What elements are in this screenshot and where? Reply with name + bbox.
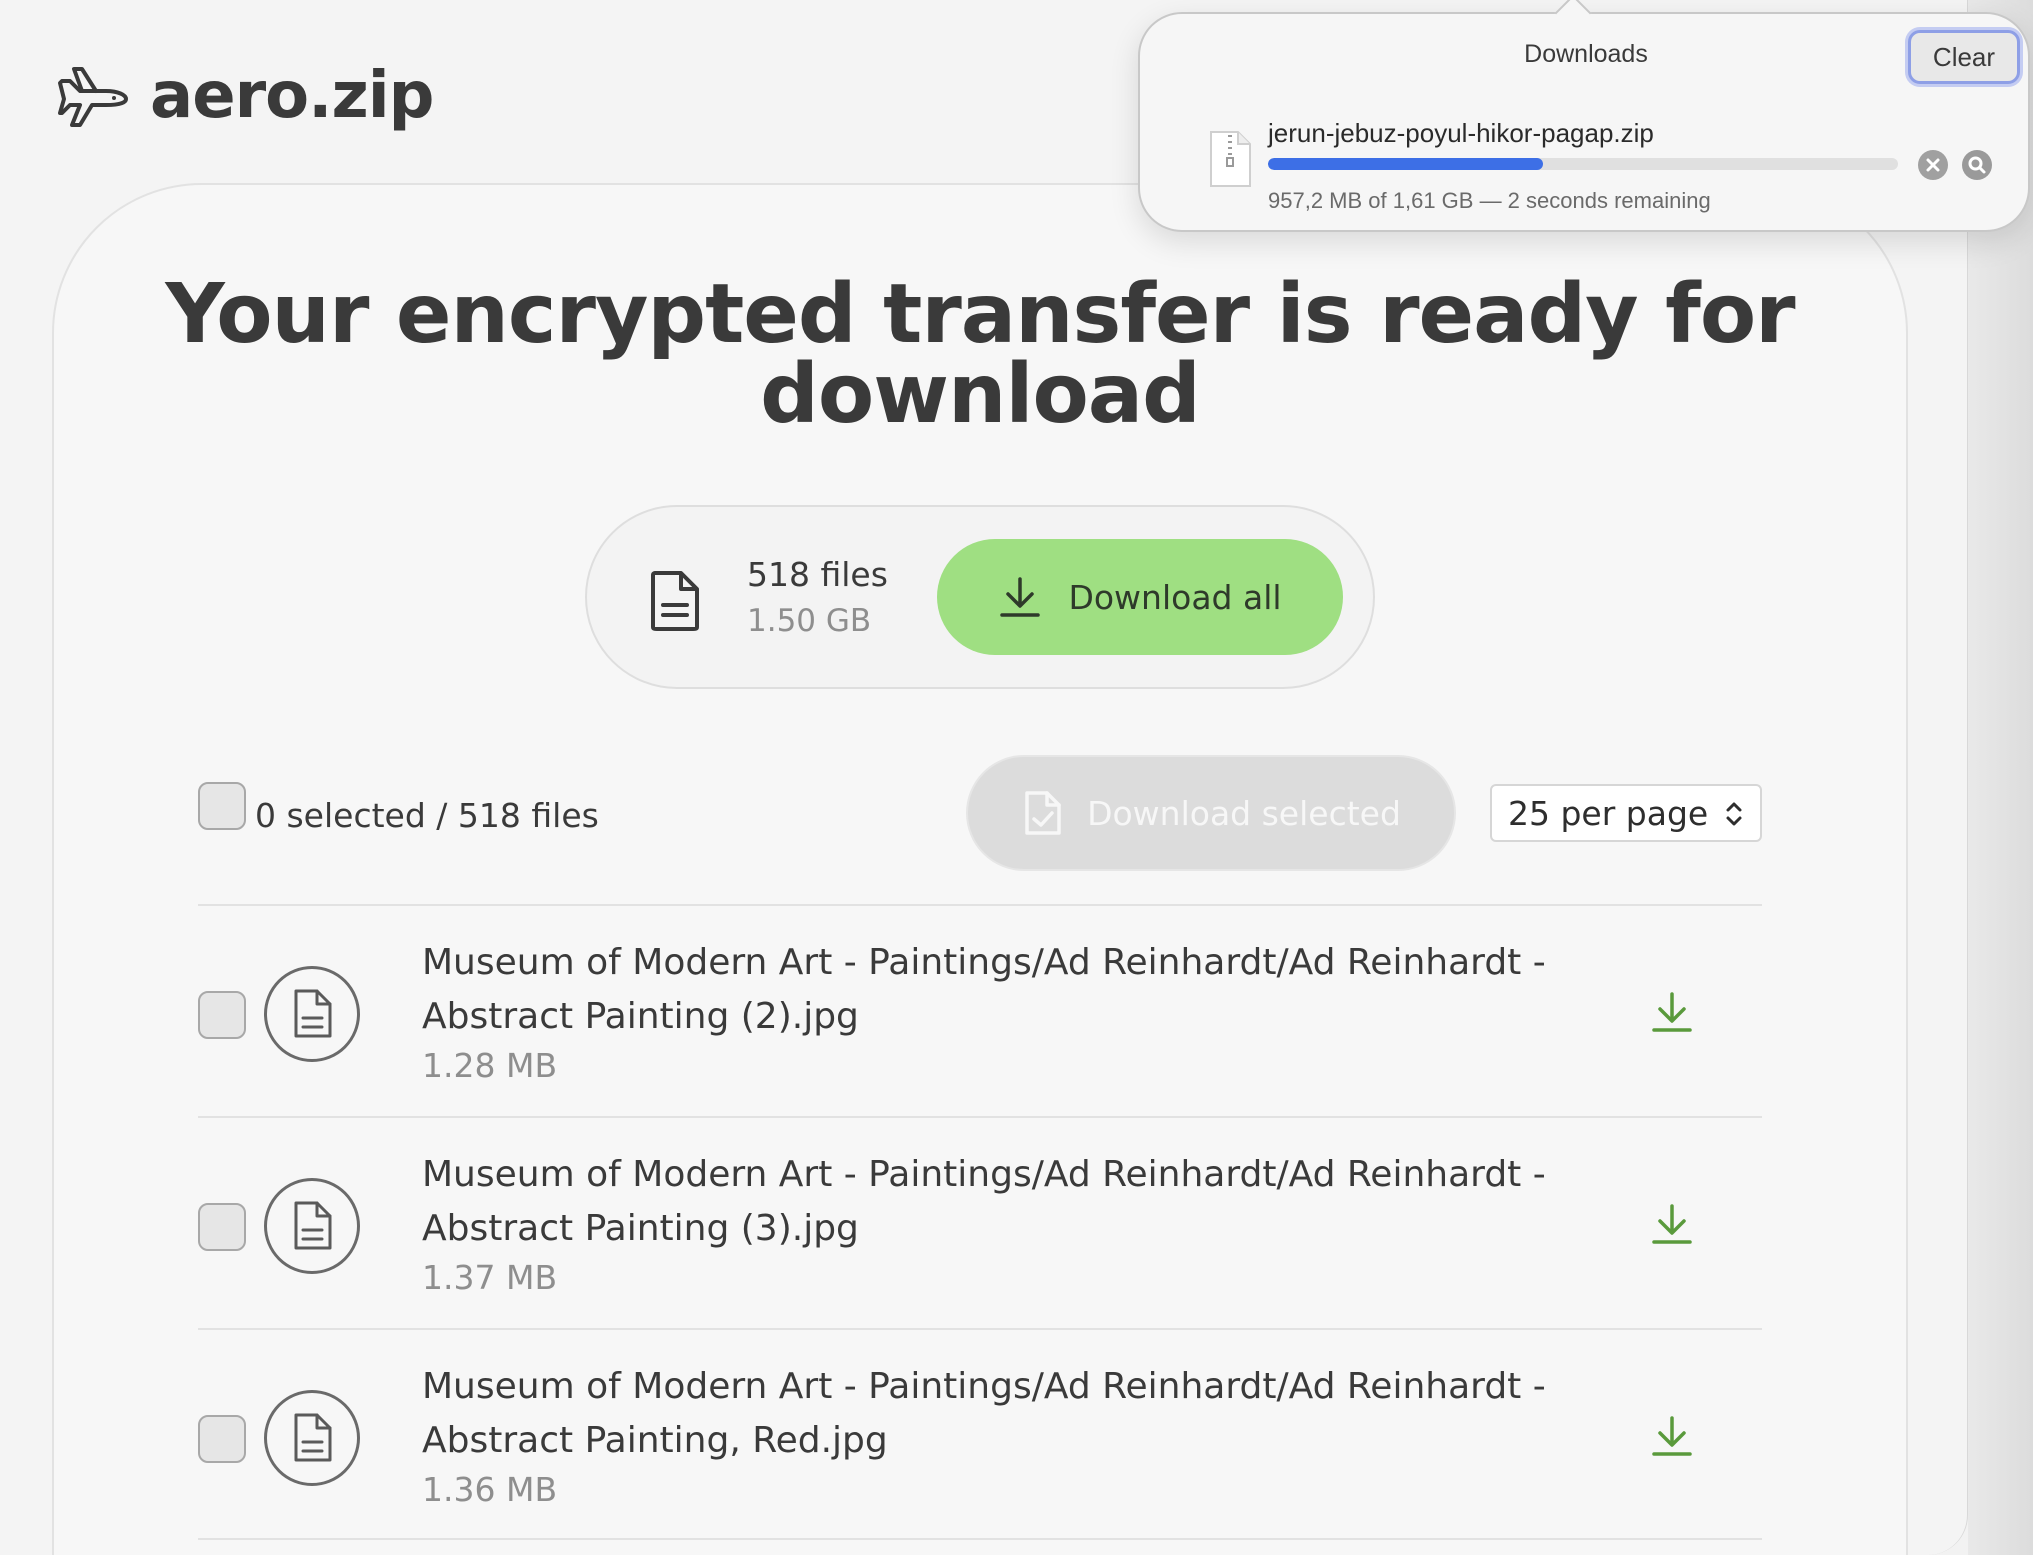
- file-row: Museum of Modern Art - Paintings/Ad Rein…: [198, 1328, 1762, 1540]
- document-icon: [651, 571, 699, 631]
- file-name: Museum of Modern Art - Paintings/Ad Rein…: [422, 1154, 1546, 1249]
- file-type-icon: [264, 966, 360, 1062]
- row-checkbox[interactable]: [198, 991, 246, 1039]
- file-check-icon: [1025, 791, 1061, 835]
- row-checkbox[interactable]: [198, 1203, 246, 1251]
- row-checkbox[interactable]: [198, 1415, 246, 1463]
- per-page-value: 25 per page: [1508, 793, 1709, 833]
- file-name: Museum of Modern Art - Paintings/Ad Rein…: [422, 1366, 1546, 1461]
- airplane-icon: [58, 67, 128, 127]
- download-progress: [1268, 158, 1898, 170]
- file-row: Museum of Modern Art - Paintings/Ad Rein…: [198, 904, 1762, 1116]
- selection-count: 0 selected / 518 files: [255, 796, 599, 835]
- total-size: 1.50 GB: [747, 603, 872, 639]
- download-progress-fill: [1268, 158, 1543, 170]
- magnifier-icon: [1968, 156, 1986, 174]
- download-all-button[interactable]: Download all: [937, 539, 1343, 655]
- popup-title: Downloads: [1524, 40, 1648, 68]
- file-type-icon: [264, 1390, 360, 1486]
- document-icon: [294, 989, 332, 1038]
- document-icon: [294, 1413, 332, 1462]
- download-icon: [1000, 577, 1041, 617]
- transfer-summary: 518 files 1.50 GB Download all: [585, 505, 1375, 689]
- clear-button[interactable]: Clear: [1908, 30, 2020, 84]
- download-selected-button[interactable]: Download selected: [966, 755, 1456, 871]
- download-filename: jerun-jebuz-poyul-hikor-pagap.zip: [1268, 118, 1654, 148]
- logo-text: aero.zip: [150, 59, 434, 133]
- page-title: Your encrypted transfer is ready for dow…: [165, 267, 1795, 442]
- document-icon: [294, 1201, 332, 1250]
- close-icon: [1926, 158, 1940, 172]
- download-selected-label: Download selected: [1087, 793, 1401, 833]
- reveal-in-finder-icon[interactable]: [1962, 150, 1992, 180]
- file-count: 518 files: [747, 555, 888, 594]
- download-icon[interactable]: [1650, 1202, 1694, 1246]
- file-size: 1.37 MB: [422, 1258, 558, 1297]
- download-status: 957,2 MB of 1,61 GB — 2 seconds remainin…: [1268, 188, 1711, 213]
- file-name: Museum of Modern Art - Paintings/Ad Rein…: [422, 942, 1546, 1037]
- select-all-checkbox[interactable]: [198, 782, 246, 830]
- logo[interactable]: aero.zip: [56, 56, 434, 136]
- chevron-updown-icon: [1726, 802, 1742, 826]
- cancel-download-icon[interactable]: [1918, 150, 1948, 180]
- page: aero.zip Your encrypted transfer is read…: [0, 0, 1968, 1555]
- zip-file-icon: [1210, 131, 1251, 187]
- file-list: Museum of Modern Art - Paintings/Ad Rein…: [198, 904, 1762, 1540]
- download-all-label: Download all: [1068, 577, 1282, 617]
- file-size: 1.36 MB: [422, 1470, 558, 1509]
- window-edge: [1968, 0, 2033, 1555]
- downloads-popup: Downloads Clear jerun-jebuz-poyul-hikor-…: [1138, 0, 2030, 232]
- file-type-icon: [264, 1178, 360, 1274]
- download-icon[interactable]: [1650, 990, 1694, 1034]
- download-icon[interactable]: [1650, 1414, 1694, 1458]
- per-page-select[interactable]: 25 per page: [1490, 784, 1762, 842]
- file-row: Museum of Modern Art - Paintings/Ad Rein…: [198, 1116, 1762, 1328]
- file-size: 1.28 MB: [422, 1046, 558, 1085]
